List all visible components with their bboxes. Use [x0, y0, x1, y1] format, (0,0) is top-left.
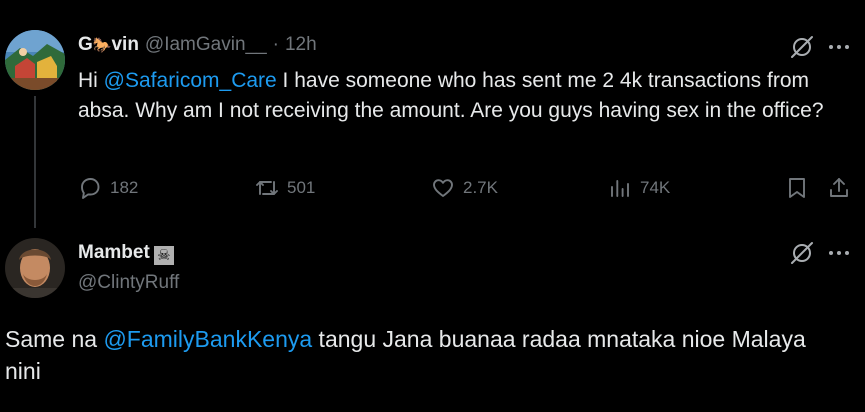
heart-icon: [433, 179, 453, 197]
author-handle[interactable]: @ClintyRuff: [78, 272, 179, 294]
views-button[interactable]: 74K: [608, 176, 670, 200]
more-icon[interactable]: [829, 45, 849, 49]
author-name[interactable]: G🐎vin: [78, 34, 139, 56]
bookmark-icon: [789, 178, 805, 198]
grok-icon[interactable]: [789, 34, 815, 65]
separator-dot: ·: [272, 34, 279, 55]
share-icon: [830, 178, 848, 197]
reply-count: 182: [110, 178, 139, 197]
tweet-text: Hi @Safaricom_Care I have someone who ha…: [78, 69, 824, 122]
retweet-button[interactable]: 501: [255, 176, 315, 200]
author-name[interactable]: Mambet ☠: [78, 242, 174, 265]
grok-icon[interactable]: [789, 240, 815, 271]
reply-button[interactable]: 182: [78, 176, 138, 200]
reply-header: Mambet ☠: [78, 242, 174, 265]
views-icon: [611, 180, 629, 197]
reply-text: Same na @FamilyBankKenya tangu Jana buan…: [5, 326, 806, 384]
retweet-count: 501: [287, 178, 316, 197]
author-handle[interactable]: @IamGavin__: [145, 34, 267, 56]
mention-link[interactable]: @FamilyBankKenya: [103, 326, 312, 352]
more-icon[interactable]: [829, 251, 849, 255]
views-count: 74K: [640, 178, 671, 197]
reply-icon: [81, 178, 100, 199]
avatar[interactable]: [5, 30, 65, 90]
horse-emoji: 🐎: [92, 37, 112, 54]
like-button[interactable]: 2.7K: [431, 176, 498, 200]
tweet-header: G🐎vin @IamGavin__ · 12h: [78, 34, 317, 56]
mention-link[interactable]: @Safaricom_Care: [104, 69, 277, 92]
tweet-time[interactable]: 12h: [285, 34, 317, 56]
bookmark-button[interactable]: [785, 176, 817, 200]
thread-connector: [34, 96, 36, 228]
share-button[interactable]: [827, 176, 859, 200]
like-count: 2.7K: [463, 178, 498, 197]
avatar[interactable]: [5, 238, 65, 298]
skull-emoji: ☠: [153, 246, 174, 265]
retweet-icon: [256, 181, 278, 195]
